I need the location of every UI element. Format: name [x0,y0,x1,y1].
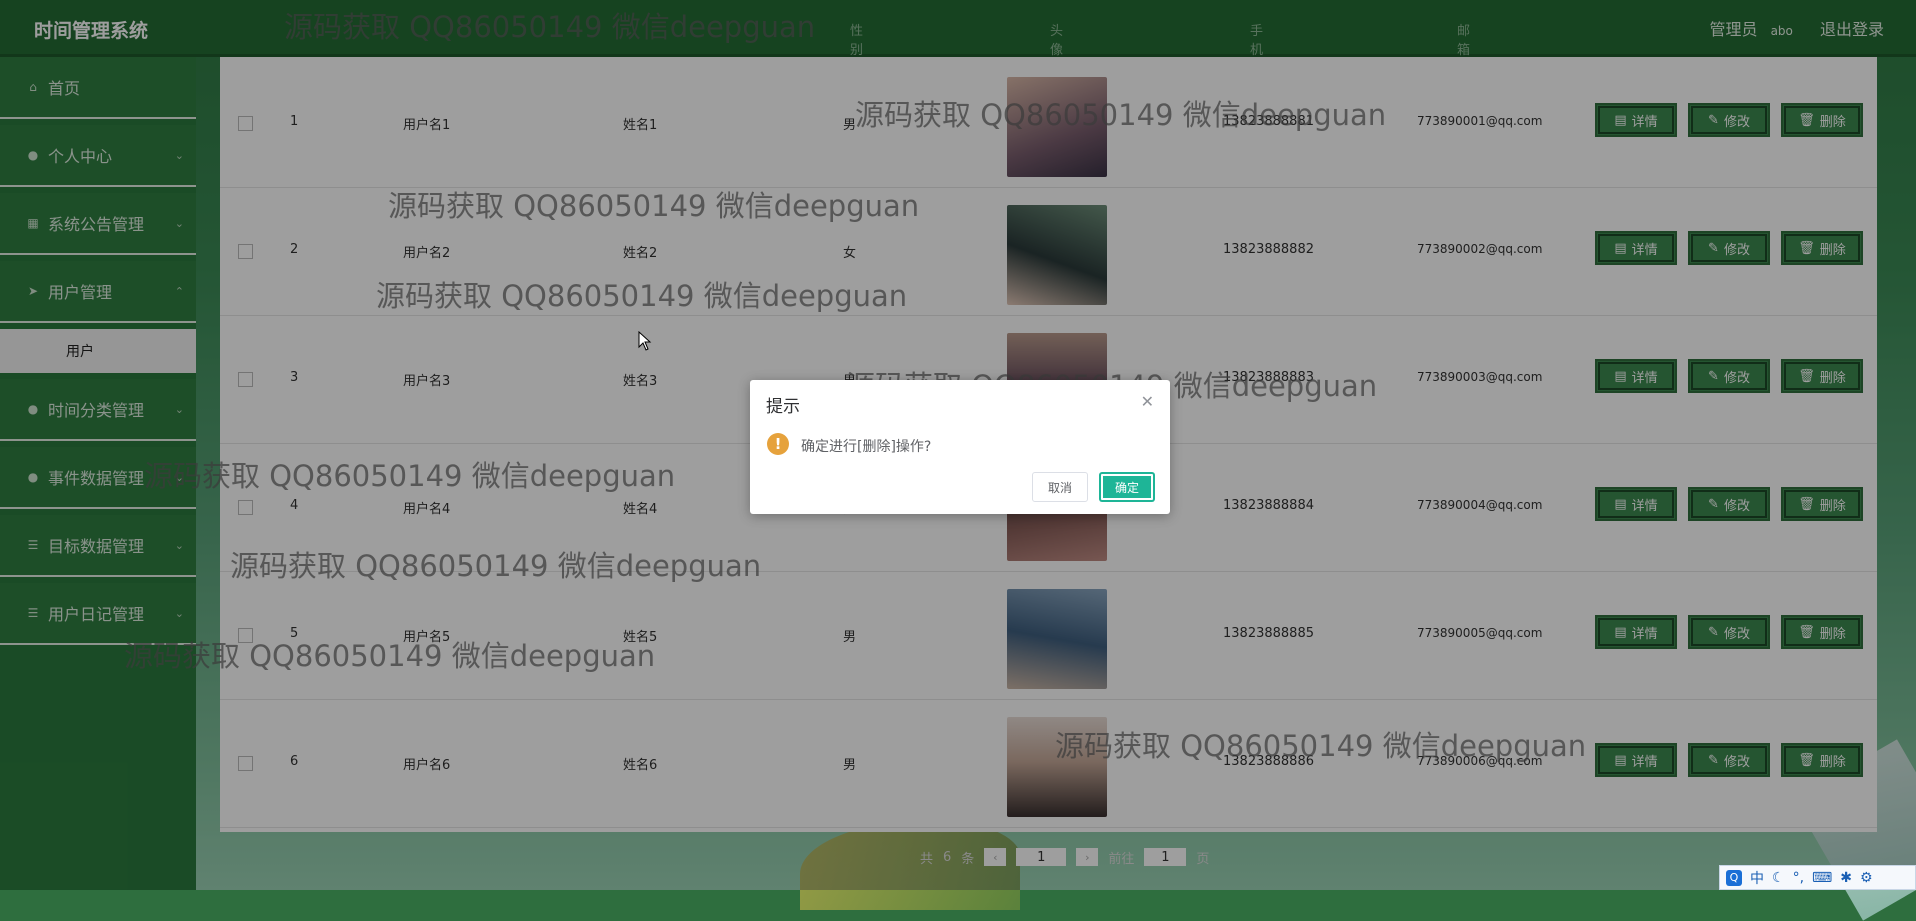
punctuation-icon[interactable]: °, [1793,870,1804,886]
ime-mode[interactable]: 中 [1750,868,1764,888]
watermark: 源码获取 QQ86050149 微信deepguan [376,279,908,313]
cancel-button[interactable]: 取消 [1032,472,1088,502]
mouse-cursor-icon [638,331,652,351]
watermark: 源码获取 QQ86050149 微信deepguan [230,549,762,583]
keyboard-icon[interactable]: ⌨ [1812,870,1832,886]
watermark: 源码获取 QQ86050149 微信deepguan [1055,729,1587,763]
dialog-title: 提示 [766,397,800,417]
warning-icon: ! [767,433,789,455]
watermark: 源码获取 QQ86050149 微信deepguan [855,98,1387,132]
ime-toolbar: Q 中 ☾ °, ⌨ ✱ ⚙ [1719,865,1916,890]
confirm-dialog: 提示 ✕ ! 确定进行[删除]操作? 取消 确定 [750,380,1170,514]
ime-logo-icon[interactable]: Q [1726,869,1742,886]
dialog-message: 确定进行[删除]操作? [801,439,932,455]
close-icon[interactable]: ✕ [1141,392,1154,411]
watermark: 源码获取 QQ86050149 微信deepguan [388,189,920,223]
tools-icon[interactable]: ✱ [1840,870,1852,886]
moon-icon[interactable]: ☾ [1772,870,1785,886]
watermark: 源码获取 QQ86050149 微信deepguan [124,639,656,673]
watermark: 源码获取 QQ86050149 微信deepguan [284,10,816,44]
settings-icon[interactable]: ⚙ [1860,870,1873,886]
watermark: 源码获取 QQ86050149 微信deepguan [144,459,676,493]
confirm-button[interactable]: 确定 [1099,472,1155,502]
